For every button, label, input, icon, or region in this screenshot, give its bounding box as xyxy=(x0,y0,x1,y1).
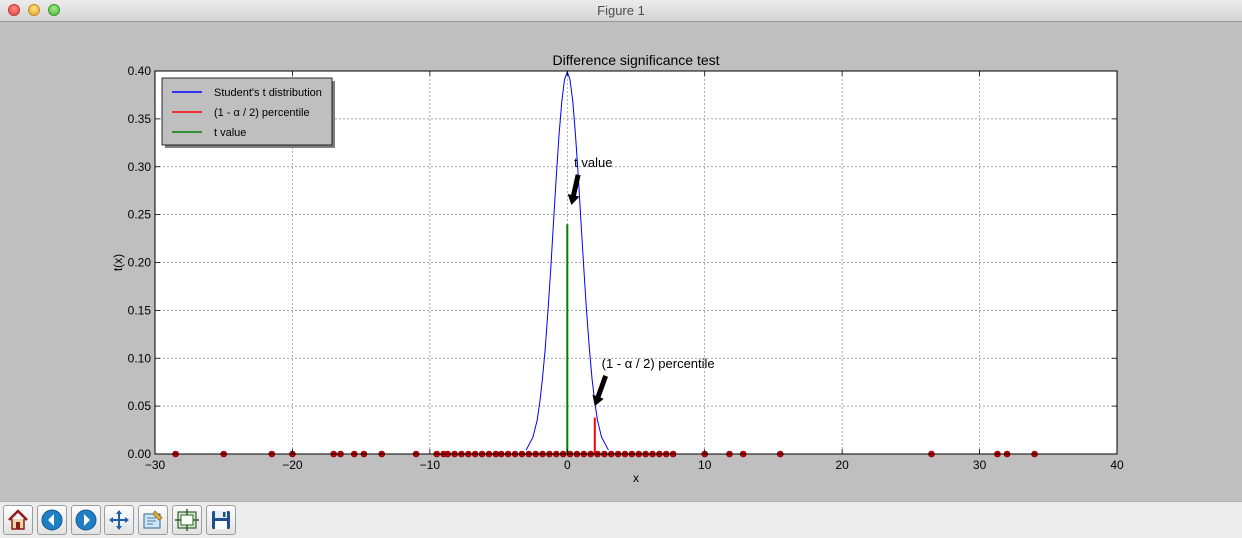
floppy-disk-icon xyxy=(212,511,230,529)
navigation-toolbar xyxy=(0,501,1242,538)
x-tick-label: 10 xyxy=(698,458,712,472)
annotation-text-1: (1 - α / 2) percentile xyxy=(602,356,715,371)
configure-subplots-button[interactable] xyxy=(172,505,202,535)
x-tick-label: 40 xyxy=(1110,458,1124,472)
annotation-text-0: t value xyxy=(574,155,612,170)
legend-label-2: t value xyxy=(214,127,246,139)
y-tick-label: 0.35 xyxy=(128,112,152,126)
plot-canvas: −30 −20 −10 0 10 20 30 400.000.050.100.150.200.… xyxy=(111,52,1124,485)
pan-button[interactable] xyxy=(104,505,134,535)
zoom-rect-icon xyxy=(143,510,163,529)
legend-label-0: Student's t distribution xyxy=(214,87,322,99)
x-axis-label: x xyxy=(633,471,639,485)
zoom-button[interactable] xyxy=(138,505,168,535)
x-tick-label: 0 xyxy=(564,458,571,472)
x-tick-label: 30 xyxy=(973,458,987,472)
x-tick-label: −20 xyxy=(282,458,303,472)
move-icon xyxy=(109,510,129,530)
legend-label-1: (1 - α / 2) percentile xyxy=(214,107,310,119)
y-axis-label: t(x) xyxy=(111,254,125,271)
y-tick-label: 0.25 xyxy=(128,208,152,222)
figure-canvas: −30 −20 −10 0 10 20 30 40 0.00 0.05 0.10 0.15 0.20 0.… xyxy=(0,22,1242,501)
forward-button[interactable] xyxy=(71,505,101,535)
y-tick-label: 0.20 xyxy=(128,256,152,270)
save-button[interactable] xyxy=(206,505,236,535)
y-tick-label: 0.15 xyxy=(128,303,152,317)
window-titlebar: Figure 1 xyxy=(0,0,1242,22)
subplots-icon xyxy=(175,509,199,531)
y-tick-label: 0.40 xyxy=(128,64,152,78)
window-title: Figure 1 xyxy=(597,3,645,18)
x-tick-label: −10 xyxy=(420,458,441,472)
back-button[interactable] xyxy=(37,505,67,535)
y-tick-label: 0.00 xyxy=(128,447,152,461)
x-tick-label: 20 xyxy=(835,458,849,472)
chart-title: Difference significance test xyxy=(552,52,719,68)
arrow-right-icon xyxy=(75,509,97,531)
y-tick-label: 0.30 xyxy=(128,160,152,174)
y-tick-label: 0.10 xyxy=(128,351,152,365)
arrow-left-icon xyxy=(41,509,63,531)
home-icon xyxy=(8,509,28,530)
home-button[interactable] xyxy=(3,505,33,535)
y-tick-label: 0.05 xyxy=(128,399,152,413)
